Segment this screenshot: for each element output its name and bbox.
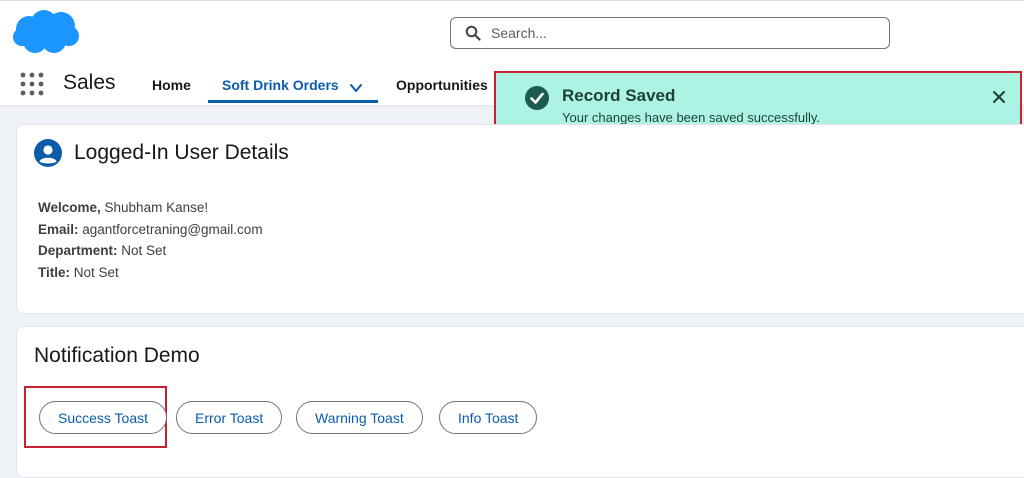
welcome-value: Shubham Kanse! [100, 200, 209, 215]
toast-message: Your changes have been saved successfull… [562, 110, 821, 125]
active-tab-indicator [208, 100, 378, 103]
title-value: Not Set [70, 265, 119, 280]
department-value: Not Set [117, 243, 167, 258]
title-label: Title: [38, 265, 71, 280]
title-line: Title: Not Set [38, 265, 119, 280]
success-toast-button[interactable]: Success Toast [39, 401, 168, 434]
welcome-label: Welcome, [38, 200, 101, 215]
nav-tab-opportunities[interactable]: Opportunities [396, 77, 488, 103]
check-circle-icon [525, 86, 549, 110]
global-search[interactable] [450, 17, 890, 49]
chevron-down-icon[interactable] [349, 81, 363, 95]
department-label: Department: [38, 243, 118, 258]
department-line: Department: Not Set [38, 243, 166, 258]
email-value: agantforcetraning@gmail.com [78, 222, 263, 237]
salesforce-logo-icon[interactable] [12, 9, 80, 60]
notification-demo-card: Notification Demo Success Toast Error To… [16, 326, 1024, 478]
welcome-line: Welcome, Shubham Kanse! [38, 200, 208, 215]
info-toast-button[interactable]: Info Toast [439, 401, 538, 434]
email-line: Email: agantforcetraning@gmail.com [38, 222, 263, 237]
nav-tab-home[interactable]: Home [152, 77, 191, 103]
app-launcher-icon[interactable] [20, 72, 44, 96]
search-icon [465, 25, 481, 41]
user-avatar-icon [34, 139, 62, 167]
search-input[interactable] [489, 24, 873, 42]
user-details-title: Logged-In User Details [74, 141, 289, 164]
error-toast-button[interactable]: Error Toast [176, 401, 283, 434]
toast-title: Record Saved [562, 86, 676, 105]
warning-toast-button[interactable]: Warning Toast [296, 401, 423, 434]
user-details-card: Logged-In User Details Welcome, Shubham … [16, 124, 1024, 314]
notification-demo-title: Notification Demo [34, 344, 200, 367]
app-name: Sales [63, 71, 116, 94]
close-icon[interactable] [988, 86, 1010, 108]
email-label: Email: [38, 222, 79, 237]
